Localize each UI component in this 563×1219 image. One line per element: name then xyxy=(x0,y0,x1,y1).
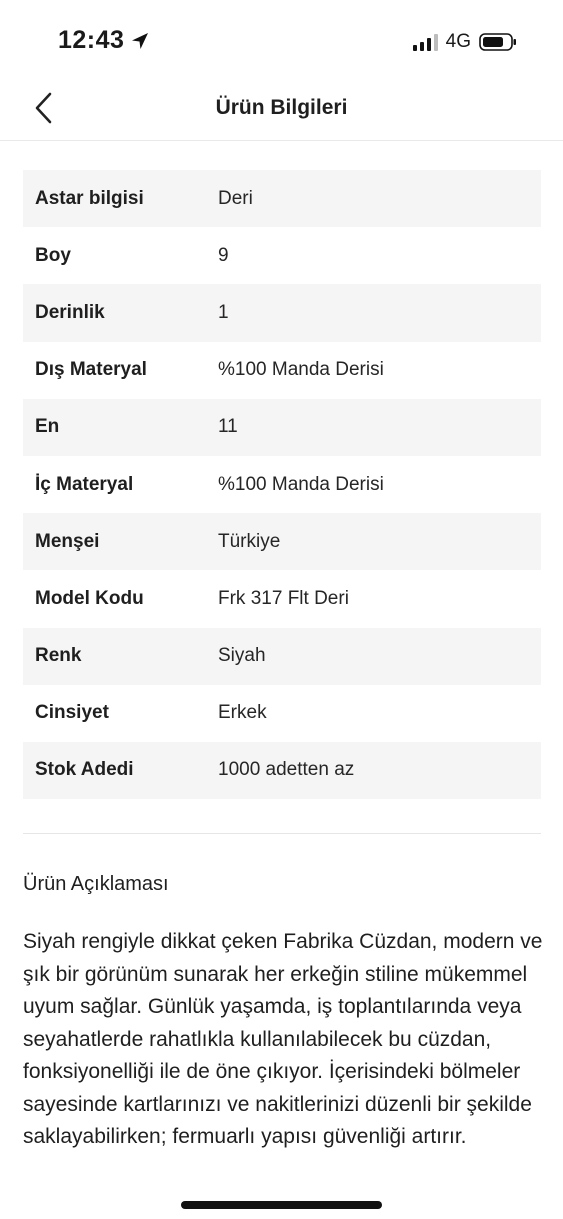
spec-label: Stok Adedi xyxy=(35,759,134,781)
status-time-text: 12:43 xyxy=(58,26,125,54)
spec-value: 9 xyxy=(218,244,229,266)
battery-icon xyxy=(479,33,516,51)
status-time: 12:43 xyxy=(58,26,150,55)
status-right: 4G xyxy=(412,31,517,53)
spec-row: Stok Adedi 1000 adetten az xyxy=(23,741,541,800)
spec-value: Türkiye xyxy=(218,530,281,552)
spec-label: Renk xyxy=(35,645,82,667)
description-title: Ürün Açıklaması xyxy=(23,873,169,895)
spec-label: Boy xyxy=(35,244,71,266)
spec-value: Frk 317 Flt Deri xyxy=(218,587,349,609)
spec-row: Menşei Türkiye xyxy=(23,513,541,571)
spec-label: En xyxy=(35,416,60,438)
spec-value: Siyah xyxy=(218,645,266,667)
spec-value: 1000 adetten az xyxy=(218,759,355,781)
location-arrow-icon xyxy=(132,32,149,49)
spec-label: Astar bilgisi xyxy=(35,187,144,209)
spec-label: Dış Materyal xyxy=(35,359,147,381)
spec-row: İç Materyal %100 Manda Derisi xyxy=(23,456,541,513)
spec-row: Dış Materyal %100 Manda Derisi xyxy=(23,342,541,399)
page-title: Ürün Bilgileri xyxy=(215,96,348,119)
spec-value: 11 xyxy=(218,416,238,438)
spec-label: Model Kodu xyxy=(35,587,144,609)
spec-value: 1 xyxy=(218,301,229,323)
spec-label: Menşei xyxy=(35,530,100,552)
spec-label: Derinlik xyxy=(35,301,105,323)
spec-row: Derinlik 1 xyxy=(23,284,541,342)
spec-value: %100 Manda Derisi xyxy=(218,359,384,381)
spec-table: Astar bilgisi Deri Boy 9 Derinlik 1 Dış … xyxy=(23,170,541,800)
signal-icon xyxy=(412,33,438,51)
spec-row: Model Kodu Frk 317 Flt Deri xyxy=(23,570,541,627)
spec-label: İç Materyal xyxy=(35,473,134,495)
spec-value: Erkek xyxy=(218,702,267,724)
network-label: 4G xyxy=(445,31,471,52)
spec-row: Boy 9 xyxy=(23,227,541,284)
header: Ürün Bilgileri xyxy=(0,84,563,141)
spec-row: En 11 xyxy=(23,398,541,456)
spec-value: Deri xyxy=(218,187,253,209)
section-divider xyxy=(23,833,541,834)
spec-label: Cinsiyet xyxy=(35,702,109,724)
home-indicator[interactable] xyxy=(181,1201,382,1209)
spec-row: Renk Siyah xyxy=(23,627,541,685)
spec-value: %100 Manda Derisi xyxy=(218,473,384,495)
description-text: Siyah rengiyle dikkat çeken Fabrika Cüzd… xyxy=(23,930,543,1148)
status-bar: 12:43 4G xyxy=(0,0,563,84)
spec-row: Astar bilgisi Deri xyxy=(23,170,541,228)
spec-row: Cinsiyet Erkek xyxy=(23,685,541,742)
